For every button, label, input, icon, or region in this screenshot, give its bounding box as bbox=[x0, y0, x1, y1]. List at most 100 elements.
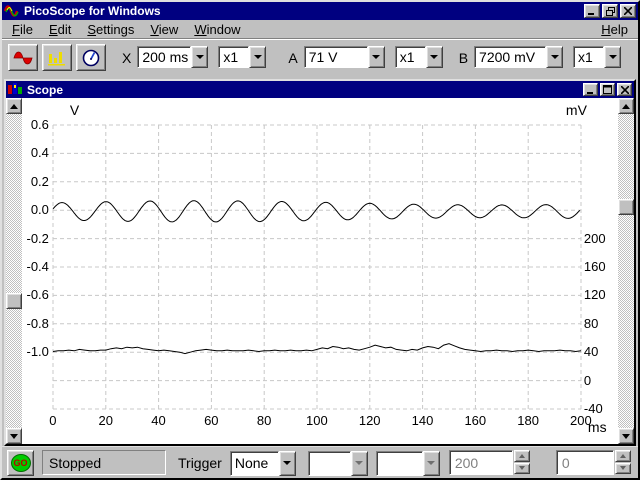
yellow-bars-icon bbox=[48, 51, 65, 65]
trigger-mode-select[interactable]: None bbox=[229, 450, 296, 476]
y-right-tick: 160 bbox=[583, 259, 606, 274]
x-multiplier-select[interactable]: x1 bbox=[218, 45, 267, 70]
close-button[interactable] bbox=[620, 4, 636, 18]
trigger-channel-dropdown-button bbox=[350, 450, 368, 476]
x-axis-tick: 100 bbox=[306, 413, 328, 428]
scope-close-button[interactable] bbox=[617, 83, 632, 96]
y-left-tick: 0.0 bbox=[30, 202, 49, 218]
menu-edit[interactable]: Edit bbox=[41, 20, 79, 39]
maximize-icon bbox=[603, 85, 612, 94]
scroll-down-button[interactable] bbox=[618, 428, 635, 444]
y-left-tick: -0.8 bbox=[26, 315, 49, 331]
b-multiplier-value: x1 bbox=[573, 45, 605, 68]
menu-settings[interactable]: Settings bbox=[79, 20, 142, 39]
chevron-down-icon bbox=[253, 54, 262, 59]
y-left-tick: 0.2 bbox=[30, 173, 49, 189]
channel-a-scroll-thumb[interactable] bbox=[6, 293, 22, 309]
minimize-button[interactable] bbox=[584, 4, 600, 18]
trigger-threshold-spinner: 200 bbox=[448, 450, 530, 475]
y-right-tick: 120 bbox=[583, 287, 606, 303]
waveform-display: V mV ms 0.6 0.4 0.2 0.0 -0.2 -0.4 -0.6 -0.8 -1.0… bbox=[21, 98, 619, 444]
channel-b-scroll-thumb[interactable] bbox=[618, 199, 635, 215]
chevron-down-icon bbox=[372, 54, 381, 59]
scroll-up-button[interactable] bbox=[6, 98, 22, 114]
menu-view[interactable]: View bbox=[142, 20, 186, 39]
red-sine-icon bbox=[13, 51, 33, 64]
x-axis-tick: 0 bbox=[49, 413, 57, 428]
channel-a-scrollbar[interactable] bbox=[6, 98, 22, 444]
x-axis-tick: 140 bbox=[411, 413, 434, 428]
scope-window: Scope V mV ms 0.6 0.4 0.2 0.0 -0.2 -0.4 … bbox=[4, 79, 636, 446]
oscilloscope-view-button[interactable] bbox=[8, 44, 38, 71]
trigger-direction-select bbox=[375, 450, 440, 476]
b-multiplier-select[interactable]: x1 bbox=[573, 45, 622, 70]
restore-button[interactable] bbox=[602, 4, 618, 18]
channel-b-range-dropdown-button[interactable] bbox=[546, 45, 564, 68]
x-axis-label: X bbox=[122, 49, 132, 66]
trigger-mode-dropdown-button[interactable] bbox=[278, 450, 296, 476]
channel-a-range-value: 71 V bbox=[303, 45, 368, 68]
scope-plot bbox=[52, 124, 582, 410]
window-title: PicoScope for Windows bbox=[24, 4, 161, 18]
x-axis-tick: 20 bbox=[98, 413, 113, 428]
a-multiplier-value: x1 bbox=[394, 45, 426, 68]
minimize-icon bbox=[588, 13, 594, 15]
channel-b-range-value: 7200 mV bbox=[474, 45, 547, 68]
arrow-up-icon bbox=[518, 453, 525, 458]
x-multiplier-value: x1 bbox=[218, 45, 250, 68]
y-left-tick: -0.4 bbox=[26, 259, 49, 274]
trigger-threshold-value: 200 bbox=[448, 450, 513, 475]
x-multiplier-dropdown-button[interactable] bbox=[249, 45, 267, 68]
timebase-select[interactable]: 200 ms bbox=[137, 45, 209, 70]
spectrum-view-button[interactable] bbox=[42, 44, 72, 71]
b-multiplier-dropdown-button[interactable] bbox=[604, 45, 622, 68]
x-axis-tick: 40 bbox=[151, 413, 166, 428]
trigger-label: Trigger bbox=[178, 454, 222, 471]
y-left-tick: 0.6 bbox=[30, 117, 49, 132]
y-left-tick: -1.0 bbox=[26, 344, 49, 360]
a-multiplier-dropdown-button[interactable] bbox=[425, 45, 443, 68]
a-multiplier-select[interactable]: x1 bbox=[394, 45, 443, 70]
menu-window[interactable]: Window bbox=[186, 20, 248, 39]
channel-b-range-select[interactable]: 7200 mV bbox=[474, 45, 564, 70]
trigger-channel-select bbox=[307, 450, 368, 476]
spin-down-button bbox=[513, 462, 530, 474]
meter-view-button[interactable] bbox=[76, 44, 106, 71]
restore-icon bbox=[605, 6, 615, 16]
main-titlebar: PicoScope for Windows bbox=[2, 2, 638, 20]
scope-maximize-button[interactable] bbox=[600, 83, 615, 96]
channel-a-trace bbox=[52, 200, 581, 223]
right-axis-unit: mV bbox=[565, 102, 587, 118]
scope-window-title: Scope bbox=[27, 82, 64, 97]
channel-a-range-select[interactable]: 71 V bbox=[303, 45, 385, 70]
trigger-channel-value bbox=[307, 450, 351, 476]
y-left-tick: 0.4 bbox=[30, 145, 49, 161]
chevron-down-icon bbox=[550, 54, 559, 59]
chevron-down-icon bbox=[283, 461, 292, 465]
menu-file[interactable]: File bbox=[4, 20, 41, 39]
x-axis-tick: 180 bbox=[517, 413, 539, 428]
channel-a-range-dropdown-button[interactable] bbox=[367, 45, 385, 68]
go-button[interactable]: GO bbox=[7, 449, 34, 476]
chevron-down-icon bbox=[195, 54, 204, 59]
scroll-up-button[interactable] bbox=[618, 98, 635, 114]
arrow-down-icon bbox=[10, 433, 18, 439]
timebase-dropdown-button[interactable] bbox=[191, 45, 209, 68]
scope-minimize-button[interactable] bbox=[583, 83, 598, 96]
spin-up-button bbox=[513, 450, 530, 462]
x-axis-tick: 60 bbox=[204, 413, 219, 428]
scroll-down-button[interactable] bbox=[6, 428, 22, 444]
chevron-down-icon bbox=[427, 461, 436, 465]
chevron-down-icon bbox=[355, 461, 364, 465]
close-icon bbox=[620, 85, 629, 94]
menu-help[interactable]: Help bbox=[593, 20, 636, 39]
arrow-up-icon bbox=[619, 453, 626, 458]
chevron-down-icon bbox=[430, 54, 439, 59]
channel-b-scrollbar[interactable] bbox=[618, 98, 635, 444]
y-right-tick: 80 bbox=[583, 315, 599, 331]
statusbar: GO Stopped Trigger None 200 0 bbox=[2, 446, 638, 478]
toolbar: X 200 ms x1 A 71 V x1 B 7200 mV x1 bbox=[2, 39, 638, 75]
trigger-direction-value bbox=[375, 450, 423, 476]
minimize-icon bbox=[586, 91, 593, 94]
close-icon bbox=[624, 7, 632, 15]
